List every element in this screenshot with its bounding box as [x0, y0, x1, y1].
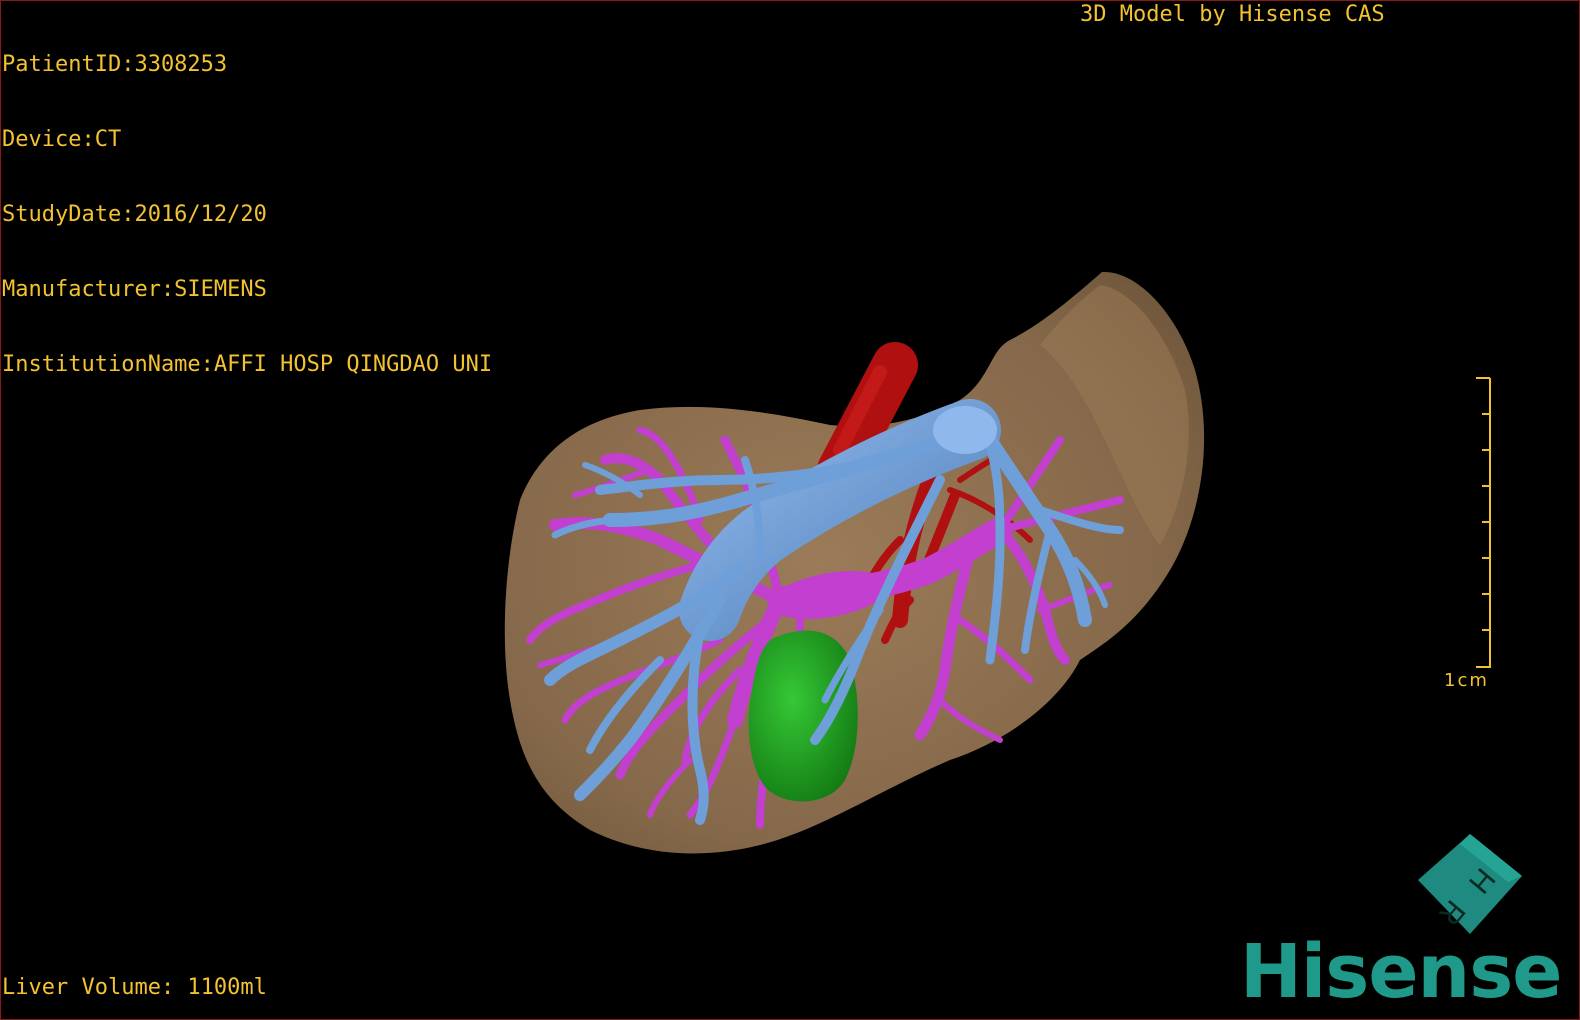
- scale-bar-icon: [1476, 377, 1491, 668]
- model-credit-text: 3D Model by Hisense CAS: [1080, 2, 1385, 27]
- study-date-text: StudyDate:2016/12/20: [2, 202, 267, 227]
- institution-text: InstitutionName:AFFI HOSP QINGDAO UNI: [2, 352, 493, 377]
- patient-id-text: PatientID:3308253: [2, 52, 228, 77]
- orientation-cube-icon[interactable]: H R: [1410, 830, 1530, 940]
- dicom-info-overlay: PatientID:3308253 Device:CT StudyDate:20…: [2, 2, 492, 402]
- gallbladder[interactable]: [748, 630, 858, 802]
- ivc-cap: [933, 406, 997, 454]
- liver-volume-text: Liver Volume: 1100ml: [2, 975, 267, 1000]
- device-text: Device:CT: [2, 127, 122, 152]
- hisense-logo: Hisense: [1240, 929, 1562, 1015]
- manufacturer-text: Manufacturer:SIEMENS: [2, 277, 267, 302]
- scale-label: 1cm: [1444, 670, 1489, 691]
